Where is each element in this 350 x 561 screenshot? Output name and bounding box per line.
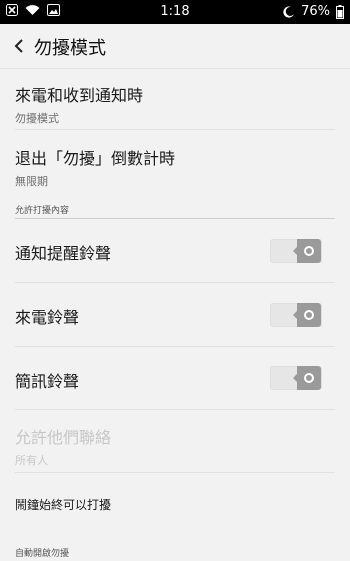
- divider: [15, 409, 335, 410]
- divider: [15, 282, 335, 283]
- divider: [15, 346, 335, 347]
- back-arrow-icon[interactable]: [8, 34, 32, 58]
- exit-countdown-value: 無限期: [15, 175, 48, 188]
- moon-icon: [283, 6, 295, 18]
- section-divider: [15, 218, 335, 219]
- section-header-auto: 自動開啟勿擾: [15, 549, 70, 559]
- allow-contacts-value: 所有人: [15, 454, 48, 467]
- status-bar: 1:18 76%: [0, 0, 350, 24]
- incoming-call-label: 來電和收到通知時: [15, 86, 144, 105]
- battery-icon: [336, 4, 344, 19]
- divider: [15, 129, 335, 130]
- incoming-call-row[interactable]: 來電和收到通知時 勿擾模式: [15, 82, 338, 126]
- divider: [15, 472, 335, 473]
- allow-contacts-label: 允許他們聯絡: [15, 428, 112, 447]
- exit-countdown-row[interactable]: 退出「勿擾」倒數計時 無限期: [15, 145, 338, 189]
- notify-sound-toggle[interactable]: [270, 239, 322, 263]
- incoming-call-value: 勿擾模式: [15, 112, 59, 125]
- page-title: 勿擾模式: [34, 38, 106, 59]
- allow-contacts-row: 允許他們聯絡 所有人: [15, 424, 338, 468]
- alarm-label: 鬧鐘始終可以打擾: [15, 498, 112, 512]
- section-header-allow: 允許打擾內容: [15, 206, 70, 216]
- alarm-row[interactable]: 鬧鐘始終可以打擾: [15, 496, 338, 513]
- call-ringtone-toggle[interactable]: [270, 303, 322, 327]
- exit-countdown-label: 退出「勿擾」倒數計時: [15, 149, 176, 168]
- sms-ringtone-toggle[interactable]: [270, 366, 322, 390]
- battery-percent: 76%: [301, 4, 330, 19]
- app-header: 勿擾模式: [0, 24, 350, 69]
